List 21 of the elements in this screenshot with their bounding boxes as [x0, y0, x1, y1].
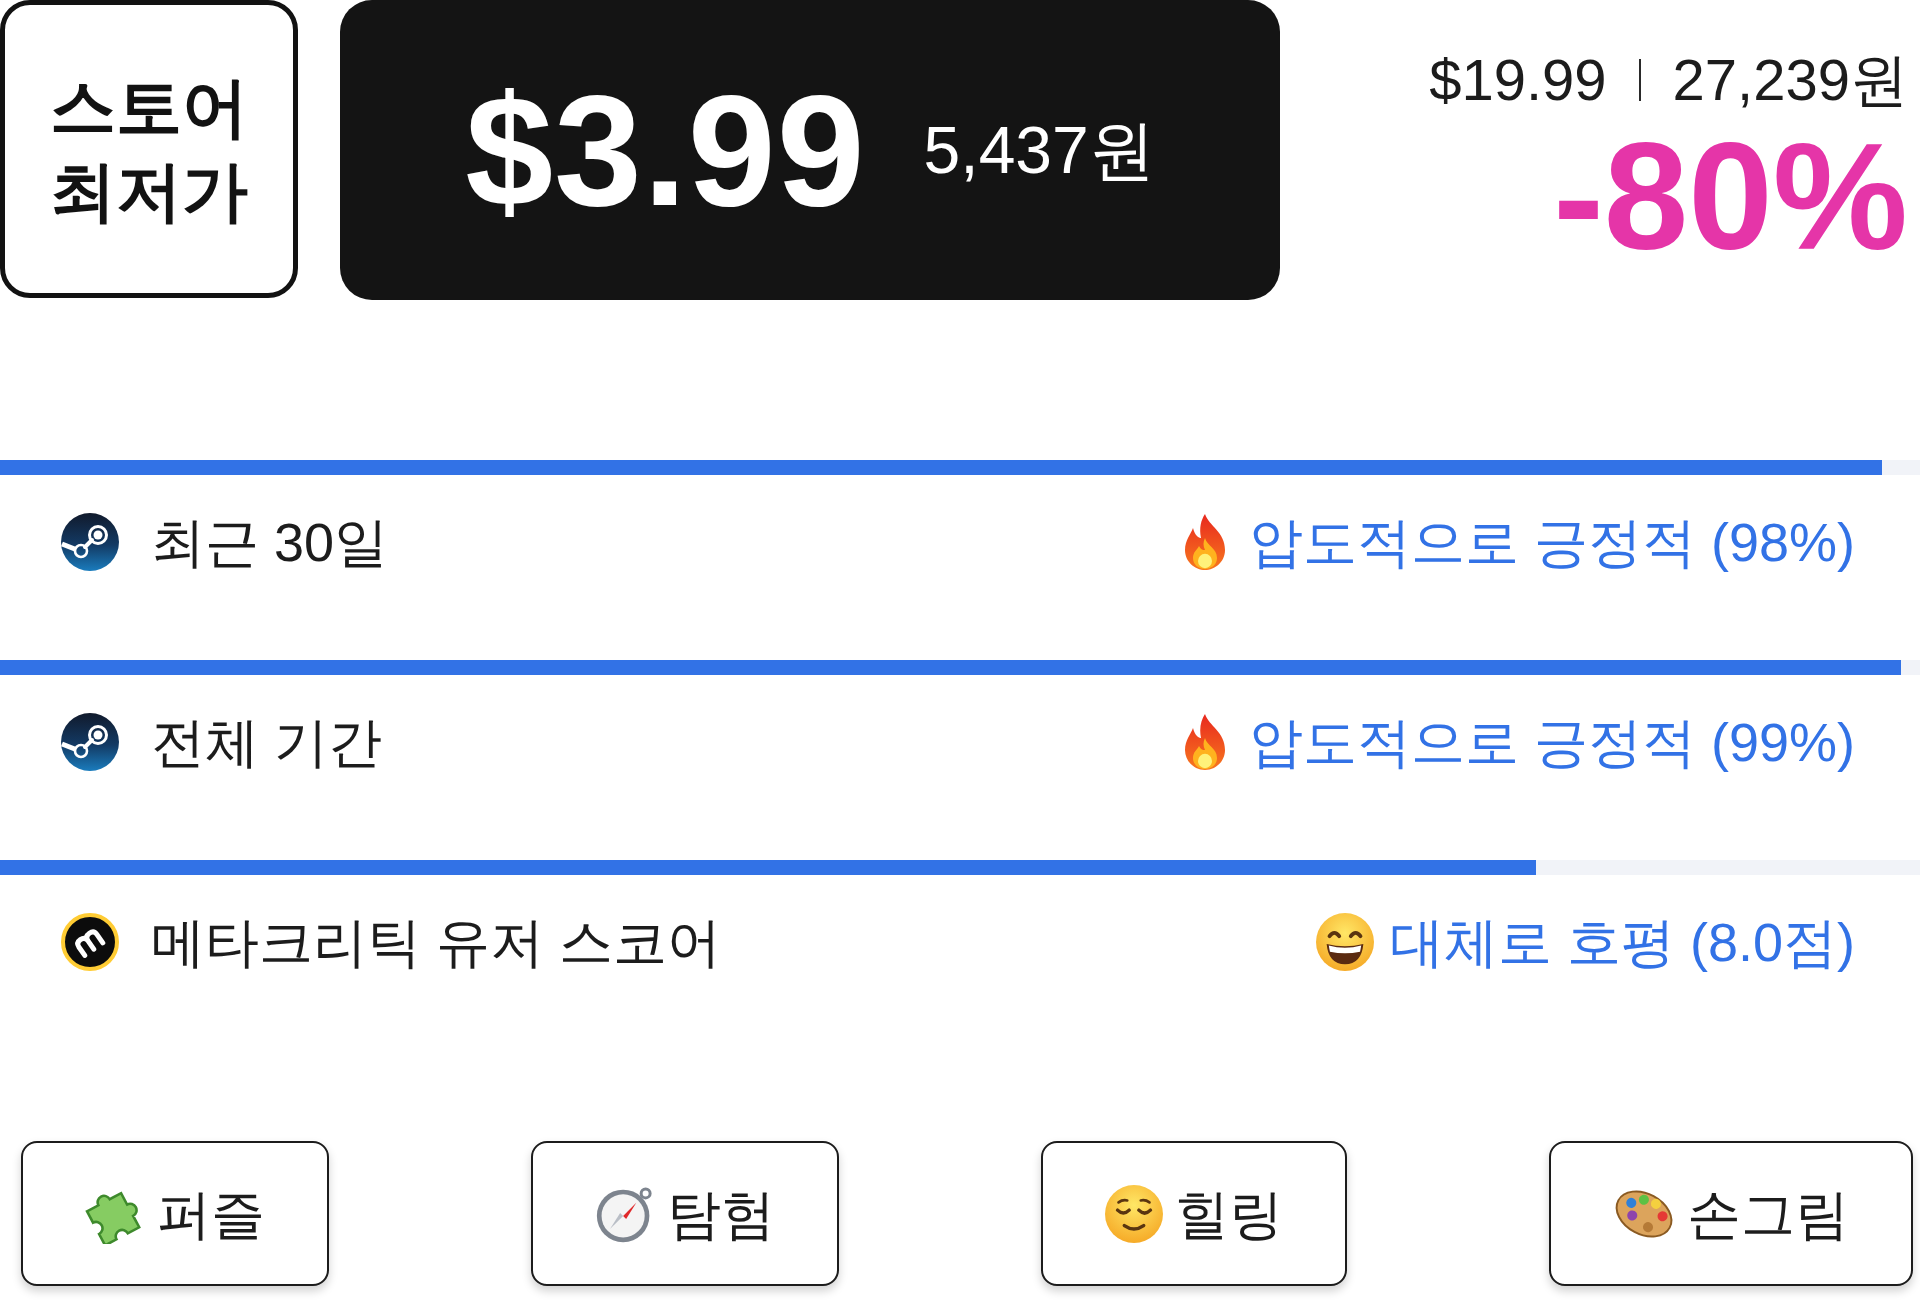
rating-verdict: 대체로 호평 (8.0점)	[1389, 912, 1855, 972]
relieved-face-icon	[1105, 1184, 1163, 1243]
genre-tag[interactable]: 힐링	[1041, 1141, 1347, 1286]
original-price: $19.99	[1429, 46, 1607, 114]
genre-tag[interactable]: 탐험	[531, 1141, 839, 1286]
lowest-price-badge: 스토어 최저가	[0, 0, 298, 298]
sale-price: $3.99	[465, 71, 866, 229]
rating-source-label: 최근 30일	[151, 512, 389, 572]
steam-logo-icon	[61, 513, 119, 571]
steam-logo-icon	[61, 713, 119, 771]
rating-source-label: 전체 기간	[151, 712, 382, 772]
metacritic-logo-icon	[61, 913, 119, 971]
rating-verdict: 압도적으로 긍정적 (98%)	[1248, 512, 1855, 572]
rating-verdict: 압도적으로 긍정적 (99%)	[1248, 712, 1855, 772]
genre-tag[interactable]: 손그림	[1549, 1141, 1913, 1286]
sale-price-krw: 5,437원	[923, 117, 1155, 183]
rating-source-label: 메타크리틱 유저 스코어	[151, 912, 721, 972]
discount-percent: -80%	[1553, 120, 1908, 272]
genre-tag[interactable]: 퍼즐	[21, 1141, 329, 1286]
original-price-krw: 27,239원	[1672, 46, 1908, 114]
grinning-face-icon	[1315, 913, 1374, 971]
